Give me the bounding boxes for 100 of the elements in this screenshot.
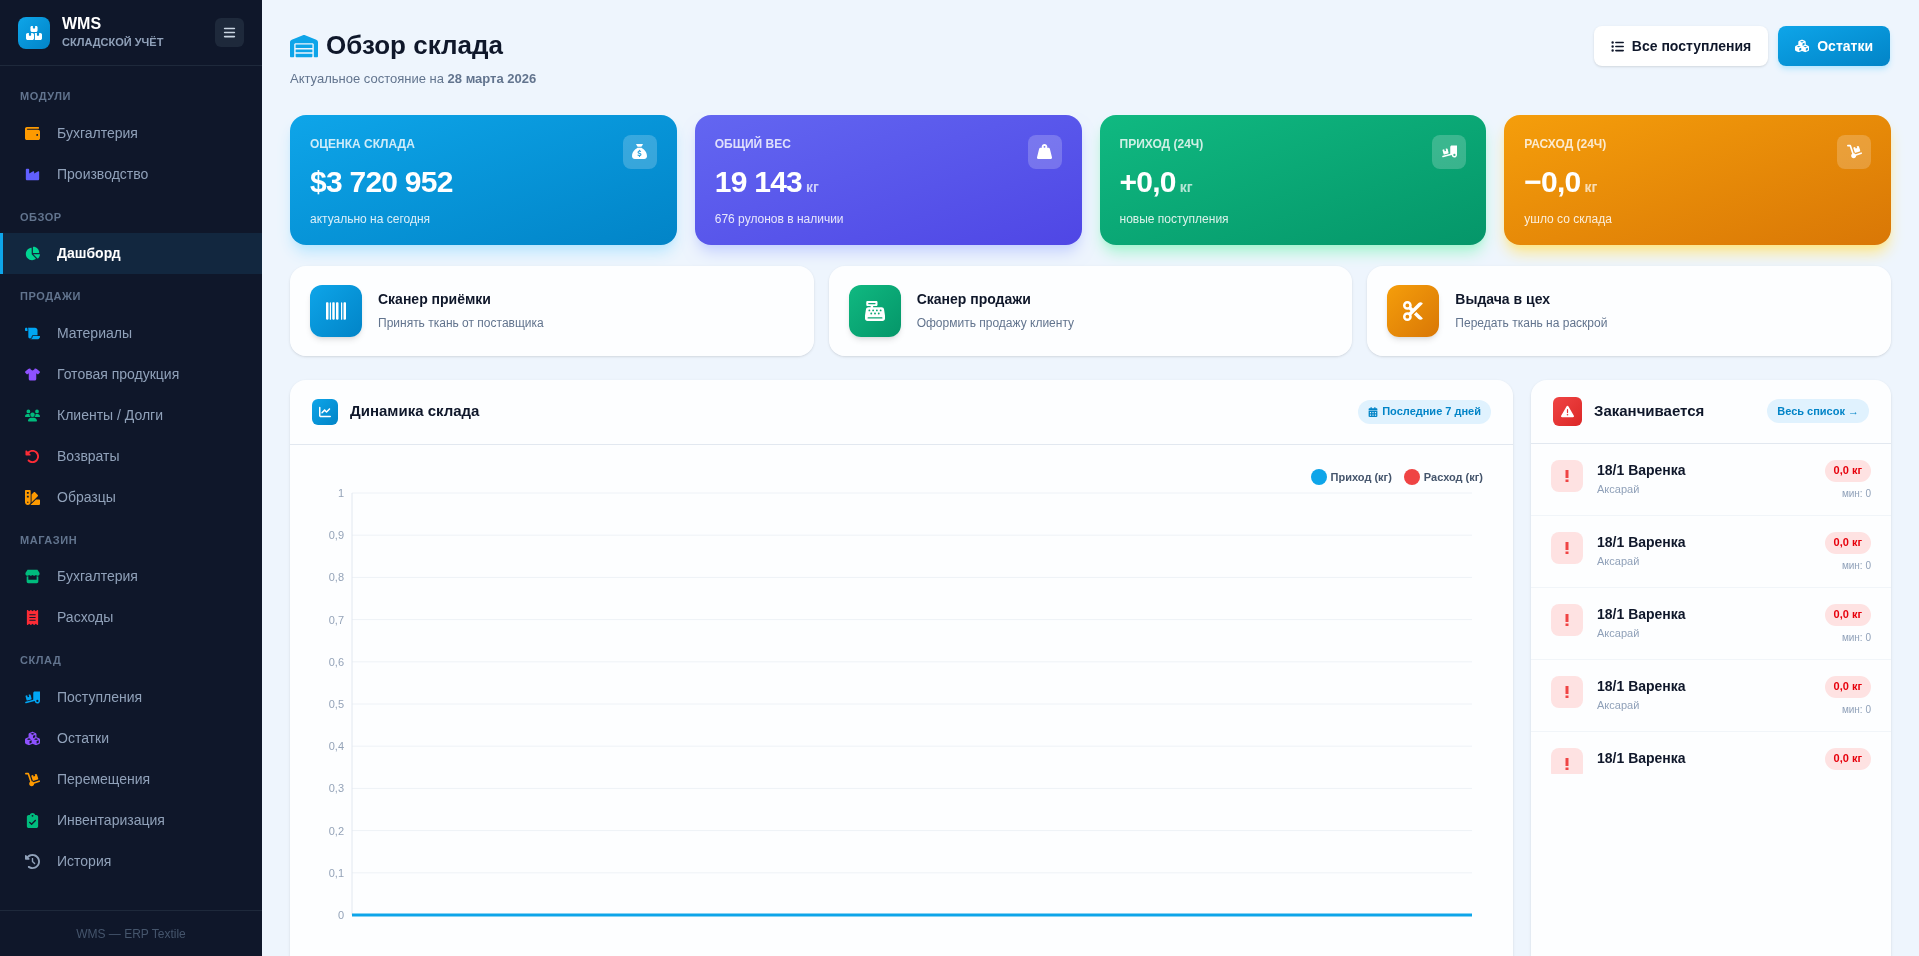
alert-icon <box>1551 531 1583 564</box>
stat-note: актуально на сегодня <box>310 210 432 228</box>
stat-label: ПРИХОД (24Ч) <box>1119 135 1205 153</box>
page-title: Обзор склада <box>326 29 503 62</box>
scissors-icon <box>1387 284 1440 337</box>
alert-icon <box>1551 747 1583 774</box>
nav-item[interactable]: Остатки <box>0 717 262 759</box>
panel-title: Заканчивается <box>1594 400 1705 421</box>
stock-row[interactable]: 18/1 Варенка 0,0 кг <box>1531 731 1891 774</box>
alert-icon <box>1551 603 1583 636</box>
section-heading: СКЛАД <box>19 653 63 668</box>
menu-button[interactable] <box>215 18 244 47</box>
stat-unit: кг <box>806 177 819 197</box>
truck-icon <box>23 689 41 705</box>
action-title: Выдача в цех <box>1455 290 1551 309</box>
nav-item[interactable]: Бухгалтерия <box>0 556 262 597</box>
alert-icon <box>1551 459 1583 492</box>
action-subtitle: Передать ткань на раскрой <box>1455 315 1608 332</box>
stat-value: +0,0 <box>1119 163 1176 200</box>
stat-value: 19 143 <box>714 163 802 200</box>
nav-item[interactable]: Дашборд <box>0 233 262 274</box>
truck-icon <box>1432 134 1467 169</box>
section-heading: ПРОДАЖИ <box>19 289 82 304</box>
dolly-icon <box>23 771 41 787</box>
action-card[interactable]: Выдача в цех Передать ткань на раскрой <box>1367 265 1891 356</box>
calendar-icon <box>1368 406 1379 417</box>
barcode-icon <box>310 284 362 337</box>
cash-register-icon <box>848 284 901 337</box>
min-label: мин: 0 <box>1841 702 1871 717</box>
stat-note: новые поступления <box>1119 210 1229 228</box>
view-all-link[interactable]: Весь список → <box>1767 399 1869 423</box>
brand-subtitle: СКЛАДСКОЙ УЧЁТ <box>62 35 165 51</box>
y-tick-label: 0 <box>337 909 344 921</box>
nav-item[interactable]: Образцы <box>0 476 262 518</box>
action-card[interactable]: Сканер приёмки Принять ткань от поставщика <box>290 265 814 356</box>
nav-item[interactable]: История <box>0 840 262 882</box>
nav-item[interactable]: Расходы <box>0 597 262 638</box>
stat-note: ушло со склада <box>1524 210 1612 228</box>
action-title: Сканер продажи <box>916 290 1032 309</box>
logo-icon <box>18 16 50 49</box>
stock-row[interactable]: 18/1 Варенка Аксарай 0,0 кг мин: 0 <box>1531 443 1891 516</box>
swatch-icon <box>23 489 41 505</box>
item-name: 18/1 Варенка <box>1597 460 1687 480</box>
nav-item[interactable]: Поступления <box>0 676 262 718</box>
warning-icon <box>1553 396 1582 426</box>
amount-badge: 0,0 кг <box>1824 459 1871 482</box>
y-tick-label: 0,2 <box>328 824 344 837</box>
min-label: мин: 0 <box>1841 486 1871 501</box>
item-name: 18/1 Варенка <box>1597 604 1687 624</box>
list-icon <box>1610 39 1624 53</box>
y-tick-label: 0,5 <box>328 698 344 710</box>
section-heading: МОДУЛИ <box>19 89 72 104</box>
item-name: 18/1 Варенка <box>1597 676 1687 696</box>
nav-item[interactable]: Клиенты / Долги <box>0 394 262 436</box>
action-subtitle: Принять ткань от поставщика <box>378 315 544 332</box>
cubes-icon <box>1795 39 1810 53</box>
cubes-icon <box>23 730 41 746</box>
nav-item[interactable]: Производство <box>0 153 262 195</box>
stock-row[interactable]: 18/1 Варенка Аксарай 0,0 кг мин: 0 <box>1531 659 1891 732</box>
y-tick-label: 0,7 <box>328 613 344 626</box>
header-button[interactable]: Все поступления <box>1593 26 1769 66</box>
min-label: мин: 0 <box>1841 630 1871 645</box>
item-location: Аксарай <box>1597 697 1641 713</box>
item-name: 18/1 Варенка <box>1597 748 1687 768</box>
brand-title: WMS <box>62 14 103 35</box>
action-title: Сканер приёмки <box>378 290 492 309</box>
nav-item[interactable]: Перемещения <box>0 758 262 800</box>
wallet-icon <box>23 125 41 141</box>
section-heading: ОБЗОР <box>19 209 63 225</box>
panel-title: Динамика склада <box>350 401 480 422</box>
stat-unit: кг <box>1584 177 1598 197</box>
money-bag-icon <box>622 134 657 169</box>
nav-item[interactable]: Материалы <box>0 312 262 354</box>
y-tick-label: 0,4 <box>328 740 344 753</box>
alert-icon <box>1551 675 1583 708</box>
nav-item[interactable]: Инвентаризация <box>0 799 262 841</box>
factory-icon <box>23 166 41 182</box>
stat-label: ОБЩИЙ ВЕС <box>714 135 792 153</box>
section-heading: МАГАЗИН <box>19 532 79 548</box>
min-label: мин: 0 <box>1841 558 1871 573</box>
sidebar-footer: WMS — ERP Textile <box>0 910 262 956</box>
item-location: Аксарай <box>1597 553 1641 569</box>
users-icon <box>23 407 41 423</box>
stock-row[interactable]: 18/1 Варенка Аксарай 0,0 кг мин: 0 <box>1531 587 1891 660</box>
stat-label: ОЦЕНКА СКЛАДА <box>310 135 416 153</box>
action-subtitle: Оформить продажу клиенту <box>916 315 1075 332</box>
nav-item[interactable]: Готовая продукция <box>0 353 262 395</box>
weight-icon <box>1027 134 1062 169</box>
stat-unit: кг <box>1179 177 1193 197</box>
page-subtitle: Актуальное состояние на 28 марта 2026 <box>290 70 537 88</box>
stock-row[interactable]: 18/1 Варенка Аксарай 0,0 кг мин: 0 <box>1531 515 1891 588</box>
item-location: Аксарай <box>1597 625 1641 641</box>
stat-value: $3 720 952 <box>310 163 453 200</box>
pie-chart-icon <box>23 246 41 261</box>
menu-icon <box>223 26 236 39</box>
nav-item[interactable]: Возвраты <box>0 435 262 477</box>
amount-badge: 0,0 кг <box>1824 675 1871 698</box>
action-card[interactable]: Сканер продажи Оформить продажу клиенту <box>828 265 1353 356</box>
nav-item[interactable]: Бухгалтерия <box>0 112 262 154</box>
amount-badge: 0,0 кг <box>1824 747 1871 770</box>
